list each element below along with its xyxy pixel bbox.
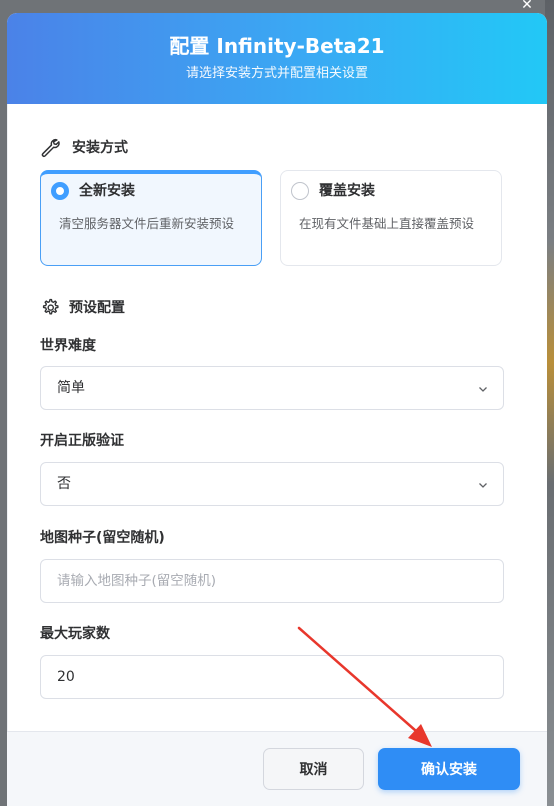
option-title: 全新安装 [79,183,135,199]
install-mode-title: 安装方式 [72,140,128,156]
seed-input[interactable]: 请输入地图种子(留空随机) [40,559,504,603]
close-icon[interactable]: ✕ [517,0,537,12]
gear-icon [42,298,59,315]
difficulty-value: 简单 [57,380,85,396]
max-players-value: 20 [57,669,75,685]
chevron-down-icon [479,387,487,392]
preset-title: 预设配置 [69,300,125,316]
install-config-dialog: 配置 Infinity-Beta21 请选择安装方式并配置相关设置 安装方式 全… [7,13,547,806]
radio-overwrite-install[interactable] [291,182,309,200]
online-mode-select[interactable]: 否 [40,462,504,506]
radio-fresh-install[interactable] [51,182,69,200]
max-players-label: 最大玩家数 [40,626,110,642]
dialog-subtitle: 请选择安装方式并配置相关设置 [185,66,368,81]
dialog-footer: 取消 确认安装 [7,731,547,806]
option-desc: 在现有文件基础上直接覆盖预设 [299,216,475,231]
difficulty-select[interactable]: 简单 [40,366,504,410]
wrench-icon [41,138,60,157]
confirm-install-button[interactable]: 确认安装 [378,748,520,790]
dialog-header: 配置 Infinity-Beta21 请选择安装方式并配置相关设置 [7,13,547,104]
option-fresh-install[interactable]: 全新安装 清空服务器文件后重新安装预设 [40,170,262,266]
online-mode-label: 开启正版验证 [40,433,124,449]
option-overwrite-install[interactable]: 覆盖安装 在现有文件基础上直接覆盖预设 [280,170,502,266]
cancel-button[interactable]: 取消 [263,748,364,790]
chevron-down-icon [479,483,487,488]
seed-placeholder: 请输入地图种子(留空随机) [57,573,217,589]
max-players-input[interactable]: 20 [40,655,504,699]
dialog-title: 配置 Infinity-Beta21 [169,34,385,58]
online-mode-value: 否 [57,476,71,492]
difficulty-label: 世界难度 [40,338,96,354]
option-desc: 清空服务器文件后重新安装预设 [59,216,235,231]
option-title: 覆盖安装 [319,183,375,199]
dialog-body: 安装方式 全新安装 清空服务器文件后重新安装预设 覆盖安装 在现有文件基础上直接… [7,104,547,731]
seed-label: 地图种子(留空随机) [40,530,165,546]
